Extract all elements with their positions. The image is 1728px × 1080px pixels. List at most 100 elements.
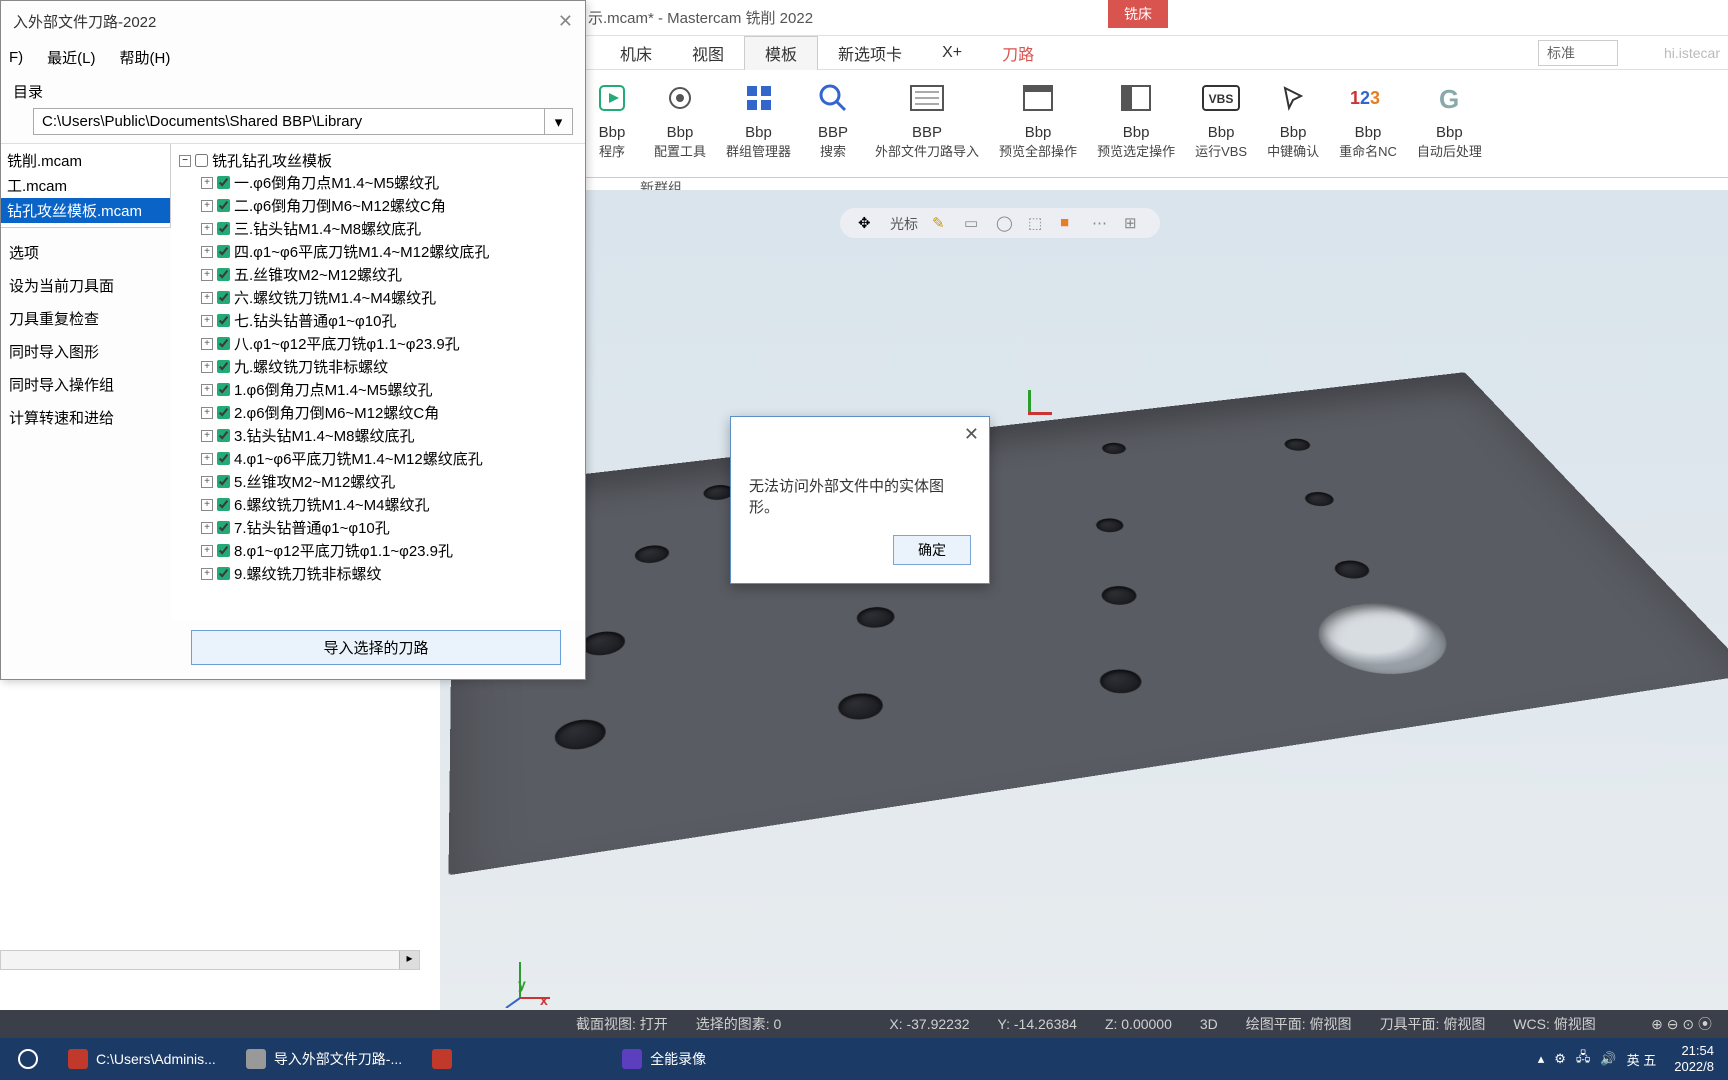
tool-icon[interactable]: ✎ — [932, 214, 950, 232]
ribbon-button-search[interactable]: BBP搜索 — [801, 76, 865, 171]
close-icon[interactable]: ✕ — [964, 424, 979, 445]
tree-item[interactable]: +6.螺纹铣刀铣M1.4~M4螺纹孔 — [179, 493, 577, 516]
file-item[interactable]: 钻孔攻丝模板.mcam — [1, 198, 170, 223]
ribbon-button-grid[interactable]: Bbp群组管理器 — [716, 76, 801, 171]
tool-icon[interactable]: ⊞ — [1124, 214, 1142, 232]
start-button[interactable] — [6, 1042, 50, 1076]
expand-icon[interactable]: + — [201, 177, 213, 189]
tree-checkbox[interactable] — [217, 360, 230, 373]
ribbon-search[interactable]: 标准 — [1538, 40, 1618, 66]
ribbon-button-panel[interactable]: Bbp预览全部操作 — [989, 76, 1087, 171]
tree-item[interactable]: +一.φ6倒角刀点M1.4~M5螺纹孔 — [179, 171, 577, 194]
tree-checkbox[interactable] — [217, 199, 230, 212]
tree-checkbox[interactable] — [217, 406, 230, 419]
tab-new[interactable]: 新选项卡 — [818, 36, 922, 70]
tree-checkbox[interactable] — [217, 291, 230, 304]
status-wcs[interactable]: WCS: 俯视图 — [1513, 1014, 1595, 1034]
option-item[interactable]: 同时导入操作组 — [7, 368, 165, 401]
tree-checkbox[interactable] — [217, 429, 230, 442]
tree-item[interactable]: +2.φ6倒角刀倒M6~M12螺纹C角 — [179, 401, 577, 424]
expand-icon[interactable]: + — [201, 200, 213, 212]
option-item[interactable]: 计算转速和进给 — [7, 401, 165, 434]
system-tray[interactable]: ▴ ⚙ 🖧 🔊 英 五 21:54 2022/8 — [1538, 1043, 1722, 1074]
expand-icon[interactable]: + — [201, 315, 213, 327]
windows-taskbar[interactable]: C:\Users\Adminis... 导入外部文件刀路-... 全能录像 ▴ … — [0, 1038, 1728, 1080]
expand-icon[interactable]: + — [201, 246, 213, 258]
file-item[interactable]: 铣削.mcam — [1, 148, 170, 173]
tray-volume-icon[interactable]: 🔊 — [1600, 1051, 1616, 1067]
tree-item[interactable]: +8.φ1~φ12平底刀铣φ1.1~φ23.9孔 — [179, 539, 577, 562]
tree-item[interactable]: +八.φ1~φ12平底刀铣φ1.1~φ23.9孔 — [179, 332, 577, 355]
ok-button[interactable]: 确定 — [893, 535, 971, 565]
tree-item[interactable]: +三.钻头钻M1.4~M8螺纹底孔 — [179, 217, 577, 240]
collapse-icon[interactable]: − — [179, 155, 191, 167]
tree-item[interactable]: +7.钻头钻普通φ1~φ10孔 — [179, 516, 577, 539]
option-item[interactable]: 设为当前刀具面 — [7, 269, 165, 302]
tree-checkbox[interactable] — [217, 521, 230, 534]
tool-icon[interactable]: ⬚ — [1028, 214, 1046, 232]
taskbar-item-mastercam[interactable] — [420, 1042, 464, 1076]
tree-checkbox[interactable] — [217, 567, 230, 580]
status-gplane[interactable]: 绘图平面: 俯视图 — [1246, 1014, 1352, 1034]
tree-item[interactable]: +4.φ1~φ6平底刀铣M1.4~M12螺纹底孔 — [179, 447, 577, 470]
ribbon-button-run[interactable]: Bbp程序 — [580, 76, 644, 171]
ribbon-button-123[interactable]: 123Bbp重命名NC — [1329, 76, 1407, 171]
taskbar-clock[interactable]: 21:54 2022/8 — [1666, 1043, 1722, 1074]
tree-item[interactable]: +9.螺纹铣刀铣非标螺纹 — [179, 562, 577, 585]
tool-icon[interactable]: ■ — [1060, 214, 1078, 232]
selection-toolbar[interactable]: ✥ 光标 ✎ ▭ ◯ ⬚ ■ ⋯ ⊞ — [840, 208, 1160, 238]
close-icon[interactable]: ✕ — [558, 11, 573, 32]
expand-icon[interactable]: + — [201, 223, 213, 235]
tab-toolpath[interactable]: 刀路 — [982, 36, 1054, 70]
cursor-icon[interactable]: ✥ — [858, 214, 876, 232]
status-section-view[interactable]: 截面视图: 打开 — [576, 1014, 668, 1034]
context-tab-mill[interactable]: 铣床 — [1108, 0, 1168, 28]
root-checkbox[interactable] — [195, 154, 208, 167]
tree-checkbox[interactable] — [217, 475, 230, 488]
tree-checkbox[interactable] — [217, 544, 230, 557]
ribbon-button-vbs[interactable]: VBSBbp运行VBS — [1185, 76, 1257, 171]
library-path-input[interactable] — [33, 108, 545, 135]
expand-icon[interactable]: + — [201, 292, 213, 304]
expand-icon[interactable]: + — [201, 430, 213, 442]
tree-item[interactable]: +1.φ6倒角刀点M1.4~M5螺纹孔 — [179, 378, 577, 401]
tool-icon[interactable]: ◯ — [996, 214, 1014, 232]
tab-machine[interactable]: 机床 — [600, 36, 672, 70]
horizontal-scrollbar[interactable]: ▸ — [0, 950, 420, 970]
tree-checkbox[interactable] — [217, 452, 230, 465]
expand-icon[interactable]: + — [201, 407, 213, 419]
tool-icon[interactable]: ▭ — [964, 214, 982, 232]
tree-checkbox[interactable] — [217, 176, 230, 189]
tree-item[interactable]: +六.螺纹铣刀铣M1.4~M4螺纹孔 — [179, 286, 577, 309]
tree-checkbox[interactable] — [217, 383, 230, 396]
option-item[interactable]: 刀具重复检查 — [7, 302, 165, 335]
ribbon-button-g[interactable]: GBbp自动后处理 — [1407, 76, 1492, 171]
status-mode[interactable]: 3D — [1200, 1016, 1218, 1032]
expand-icon[interactable]: + — [201, 522, 213, 534]
expand-icon[interactable]: + — [201, 568, 213, 580]
tree-checkbox[interactable] — [217, 245, 230, 258]
option-item[interactable]: 选项 — [7, 236, 165, 269]
expand-icon[interactable]: + — [201, 338, 213, 350]
option-item[interactable]: 同时导入图形 — [7, 335, 165, 368]
tab-view[interactable]: 视图 — [672, 36, 744, 70]
viewport-3d[interactable]: ✥ 光标 ✎ ▭ ◯ ⬚ ■ ⋯ ⊞ y x ⌐坏 — [440, 190, 1728, 1048]
tab-template[interactable]: 模板 — [744, 36, 818, 70]
tree-checkbox[interactable] — [217, 314, 230, 327]
taskbar-item-explorer[interactable]: C:\Users\Adminis... — [56, 1042, 228, 1076]
tree-item[interactable]: +七.钻头钻普通φ1~φ10孔 — [179, 309, 577, 332]
expand-icon[interactable]: + — [201, 499, 213, 511]
tree-item[interactable]: +九.螺纹铣刀铣非标螺纹 — [179, 355, 577, 378]
file-list[interactable]: 铣削.mcam工.mcam钻孔攻丝模板.mcam — [1, 144, 171, 227]
tab-xplus[interactable]: X+ — [922, 36, 982, 70]
dialog-titlebar[interactable]: 入外部文件刀路-2022 ✕ — [1, 1, 585, 41]
ribbon-button-list[interactable]: BBP外部文件刀路导入 — [865, 76, 989, 171]
ribbon-button-gear[interactable]: Bbp配置工具 — [644, 76, 716, 171]
tray-icon[interactable]: ⚙ — [1554, 1051, 1566, 1067]
status-icons[interactable]: ⊕ ⊖ ⊙ ⦿ — [1651, 1014, 1712, 1034]
menu-file[interactable]: F) — [9, 49, 23, 66]
tree-item[interactable]: +二.φ6倒角刀倒M6~M12螺纹C角 — [179, 194, 577, 217]
error-titlebar[interactable]: ✕ — [731, 417, 989, 451]
file-item[interactable]: 工.mcam — [1, 173, 170, 198]
tree-item[interactable]: +五.丝锥攻M2~M12螺纹孔 — [179, 263, 577, 286]
